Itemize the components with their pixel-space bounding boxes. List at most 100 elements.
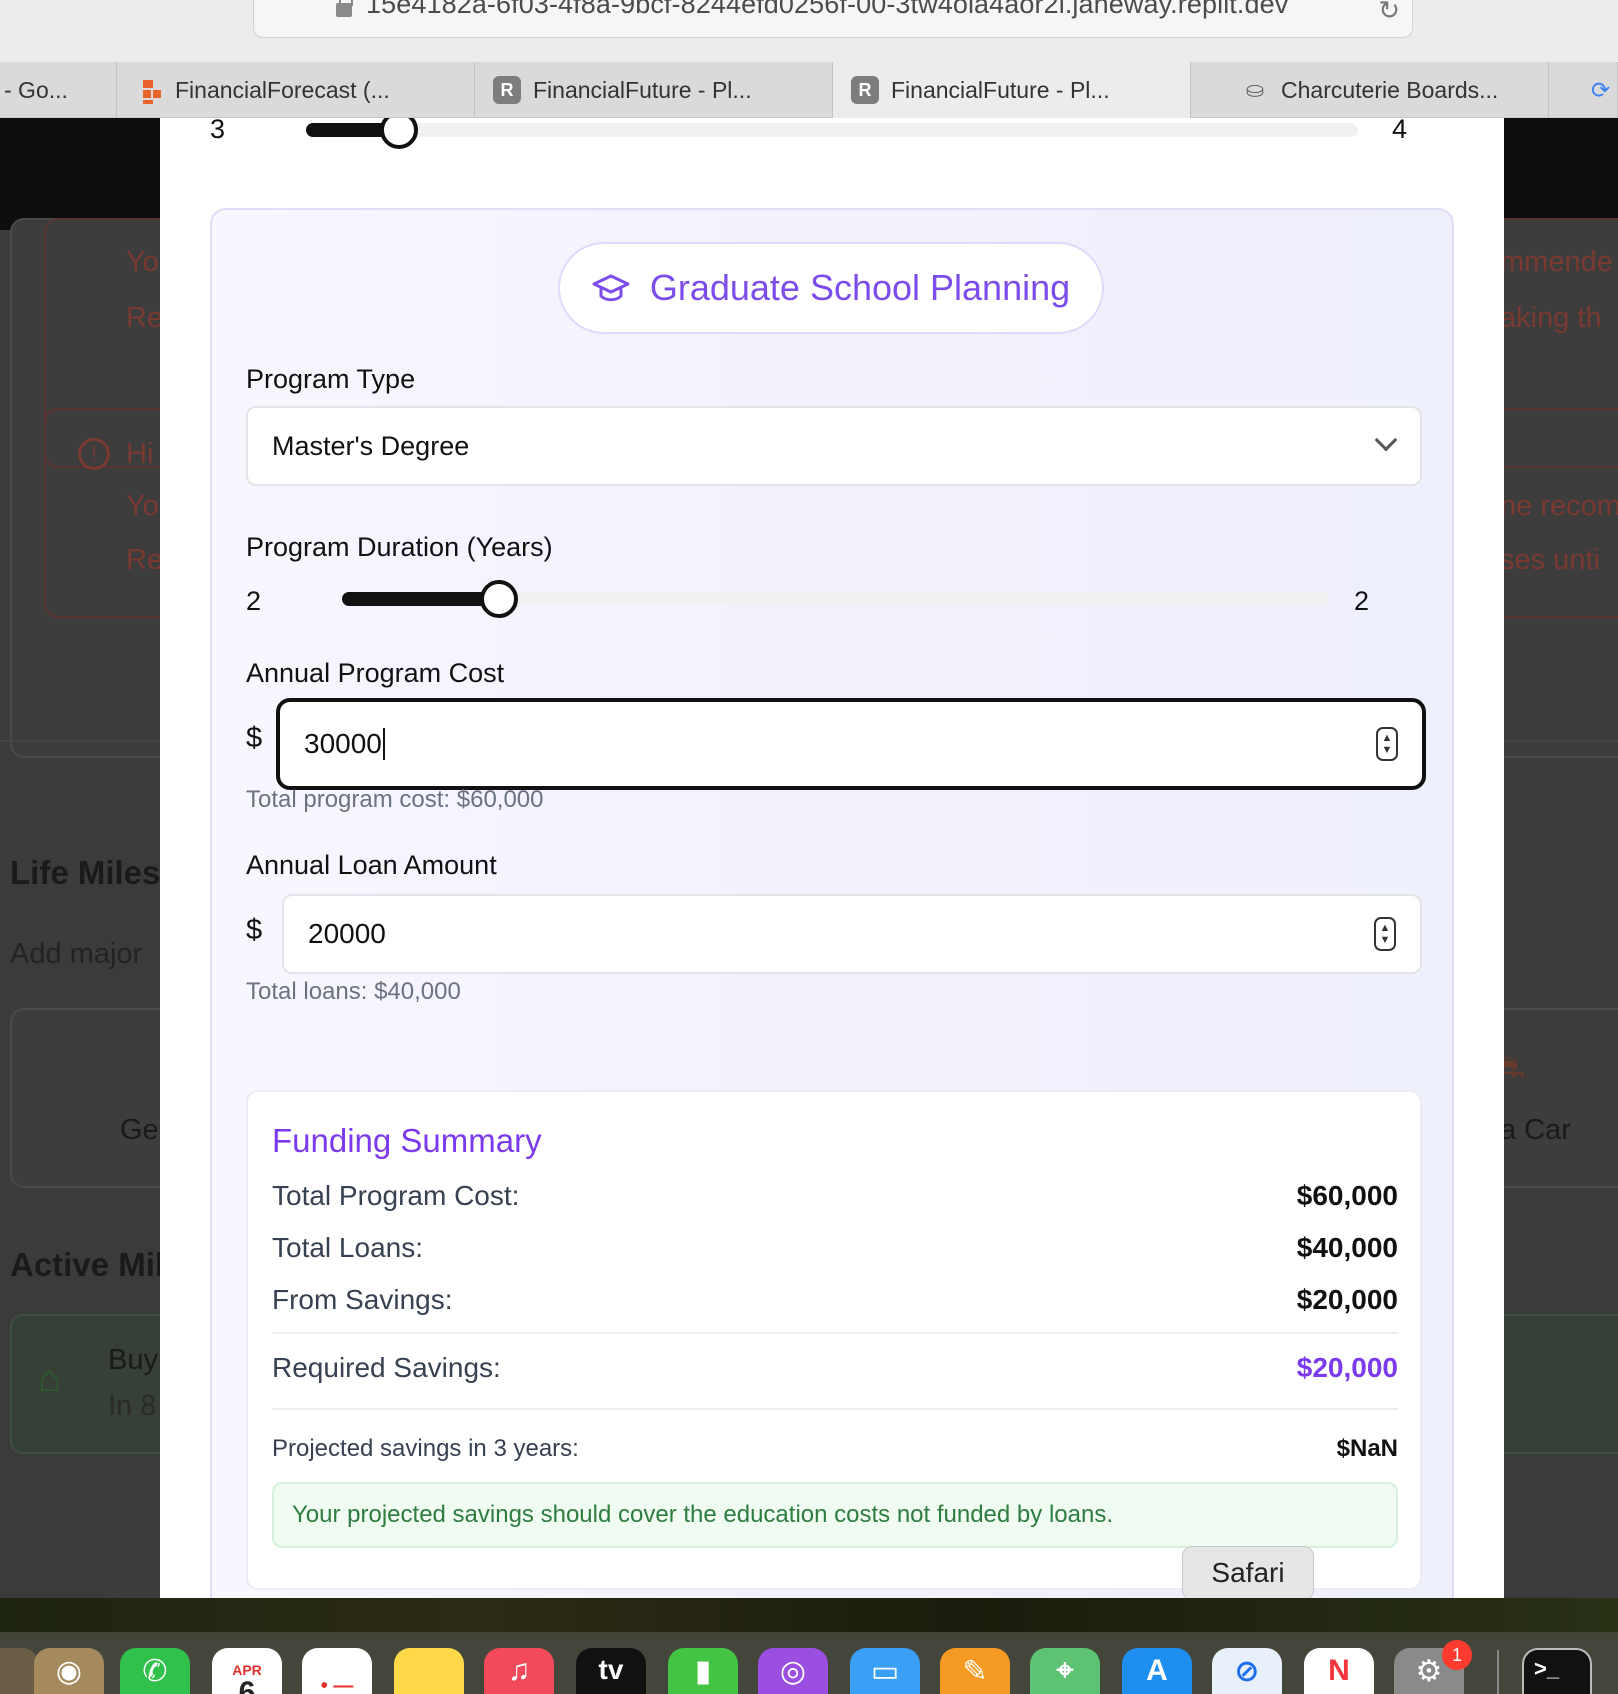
partial-app-icon[interactable] — [0, 1648, 38, 1694]
program-type-label: Program Type — [246, 364, 416, 394]
card-title: Graduate School Planning — [649, 267, 1071, 308]
duration-min: 2 — [246, 586, 262, 616]
tab-overflow[interactable]: ⟳ — [1549, 62, 1618, 118]
tab-label: FinancialFuture - Pl... — [533, 76, 752, 103]
tab-label: FinancialForecast (... — [175, 76, 390, 103]
top-slider-track[interactable] — [306, 118, 1358, 149]
bg-fragment: ses unti — [1500, 544, 1600, 576]
divider — [272, 1408, 1398, 1410]
program-type-value: Master's Degree — [272, 430, 470, 461]
dock-tooltip: Safari — [1182, 1546, 1314, 1611]
keynote-icon[interactable]: ▭ — [850, 1648, 920, 1694]
annual-loan-label: Annual Loan Amount — [246, 850, 497, 880]
text-caret — [382, 728, 385, 760]
currency-symbol: $ — [246, 914, 263, 946]
tab-bar: - Go... FinancialForecast (... R Financi… — [0, 62, 1618, 118]
safari-icon[interactable]: ⊘ — [1212, 1648, 1282, 1694]
whatsapp-icon[interactable]: ✆ — [120, 1648, 190, 1694]
top-slider-thumb[interactable] — [380, 118, 418, 149]
annual-loan-input[interactable]: 20000 ▲ ▼ — [282, 894, 1422, 974]
required-savings-label: Required Savings: — [272, 1352, 501, 1383]
funding-summary-title: Funding Summary — [272, 1122, 542, 1159]
graduate-school-card: Graduate School Planning Program Type Ma… — [210, 208, 1454, 1600]
terminal-icon[interactable]: >_ — [1522, 1648, 1592, 1694]
calendar-icon[interactable]: APR 6 — [212, 1648, 282, 1694]
annual-cost-input[interactable]: 30000 ▲ ▼ — [276, 698, 1426, 790]
summary-row: From Savings: $20,000 — [272, 1284, 1398, 1316]
numbers-icon[interactable]: ▮ — [668, 1648, 738, 1694]
news-icon[interactable]: N — [1304, 1648, 1374, 1694]
calendar-day: 6 — [238, 1676, 256, 1694]
summary-row-value: $60,000 — [1296, 1180, 1398, 1211]
tab-charcuterie[interactable]: ⛀ Charcuterie Boards... — [1191, 62, 1549, 118]
divider — [272, 1332, 1398, 1334]
tab-google[interactable]: - Go... — [0, 62, 117, 118]
tab-label: - Go... — [4, 76, 68, 103]
number-stepper-icon[interactable]: ▲ ▼ — [1376, 727, 1398, 761]
program-type-select[interactable]: Master's Degree — [246, 406, 1422, 486]
bg-fragment: Active Mile — [10, 1246, 183, 1283]
chevron-down-icon — [1374, 428, 1398, 452]
summary-row: Total Program Cost: $60,000 — [272, 1180, 1398, 1212]
top-slider-max: 4 — [1392, 118, 1408, 144]
dock-separator — [1497, 1650, 1499, 1694]
contacts-icon[interactable]: ◉ — [34, 1648, 104, 1694]
tv-label: tv — [598, 1654, 624, 1685]
podcasts-icon[interactable]: ◎ — [758, 1648, 828, 1694]
total-cost-hint: Total program cost: $60,000 — [246, 786, 544, 813]
projected-savings-value: $NaN — [1336, 1435, 1398, 1462]
tab-financial-forecast[interactable]: FinancialForecast (... — [117, 62, 475, 118]
tab-financial-future-2[interactable]: R FinancialFuture - Pl... — [833, 62, 1191, 118]
url-field[interactable]: 15e4182a-6f03-4f8a-9bcf-8244efd0256f-00-… — [253, 0, 1413, 38]
annual-cost-value: 30000 — [304, 728, 382, 759]
replit-icon: R — [493, 76, 521, 104]
apple-tv-icon[interactable]: tv — [576, 1648, 646, 1694]
annual-cost-label: Annual Program Cost — [246, 658, 505, 688]
reload-icon[interactable]: ↻ — [1378, 0, 1400, 26]
savings-status-alert: Your projected savings should cover the … — [272, 1482, 1398, 1548]
address-bar-area: 15e4182a-6f03-4f8a-9bcf-8244efd0256f-00-… — [0, 0, 1618, 62]
summary-row-value: $40,000 — [1296, 1232, 1398, 1263]
replit-icon: R — [851, 76, 879, 104]
funding-summary: Funding Summary Total Program Cost: $60,… — [246, 1090, 1422, 1590]
graduate-school-header: Graduate School Planning — [558, 242, 1104, 334]
bg-fragment: mmende — [1500, 246, 1613, 278]
music-icon[interactable]: ♫ — [484, 1648, 554, 1694]
tab-financial-future-1[interactable]: R FinancialFuture - Pl... — [475, 62, 833, 118]
bg-fragment: Yo — [126, 246, 159, 278]
tab-label: Charcuterie Boards... — [1281, 76, 1499, 103]
bg-fragment: Ge — [120, 1114, 159, 1146]
alert-icon: ! — [78, 438, 110, 470]
duration-slider-track[interactable] — [342, 580, 1328, 618]
summary-row-label: From Savings: — [272, 1284, 453, 1315]
annual-loan-value: 20000 — [308, 918, 386, 949]
tab-overflow-icon: ⟳ — [1591, 76, 1611, 103]
pages-icon[interactable]: ✎ — [940, 1648, 1010, 1694]
projected-savings-row: Projected savings in 3 years: $NaN — [272, 1435, 1398, 1463]
url-text: 15e4182a-6f03-4f8a-9bcf-8244efd0256f-00-… — [366, 0, 1289, 19]
bg-fragment: ne recom — [1500, 490, 1618, 522]
required-savings-row: Required Savings: $20,000 — [272, 1352, 1398, 1384]
maps-icon[interactable]: ⌖ — [1030, 1648, 1100, 1694]
graduation-cap-icon — [592, 274, 630, 302]
tooltip-label: Safari — [1211, 1557, 1285, 1588]
required-savings-value: $20,000 — [1296, 1352, 1398, 1383]
number-stepper-icon[interactable]: ▲ ▼ — [1374, 917, 1396, 951]
program-duration-label: Program Duration (Years) — [246, 532, 553, 562]
bg-fragment: Re — [126, 302, 164, 334]
duration-slider-fill — [342, 592, 500, 606]
bg-fragment: Add major — [10, 938, 143, 970]
bg-fragment: Yo — [126, 490, 159, 522]
app-store-icon[interactable]: A — [1122, 1648, 1192, 1694]
notification-badge: 1 — [1442, 1640, 1472, 1670]
bg-fragment: Life Miles — [10, 854, 161, 891]
summary-row-value: $20,000 — [1296, 1284, 1398, 1315]
notes-icon[interactable] — [394, 1648, 464, 1694]
savings-status-message: Your projected savings should cover the … — [292, 1501, 1113, 1528]
duration-slider-thumb[interactable] — [480, 580, 518, 618]
terminal-prompt: >_ — [1534, 1656, 1560, 1681]
lock-icon — [336, 0, 353, 17]
reminders-icon[interactable]: • — — [302, 1648, 372, 1694]
total-loans-hint: Total loans: $40,000 — [246, 978, 461, 1005]
projected-savings-label: Projected savings in 3 years: — [272, 1435, 579, 1462]
